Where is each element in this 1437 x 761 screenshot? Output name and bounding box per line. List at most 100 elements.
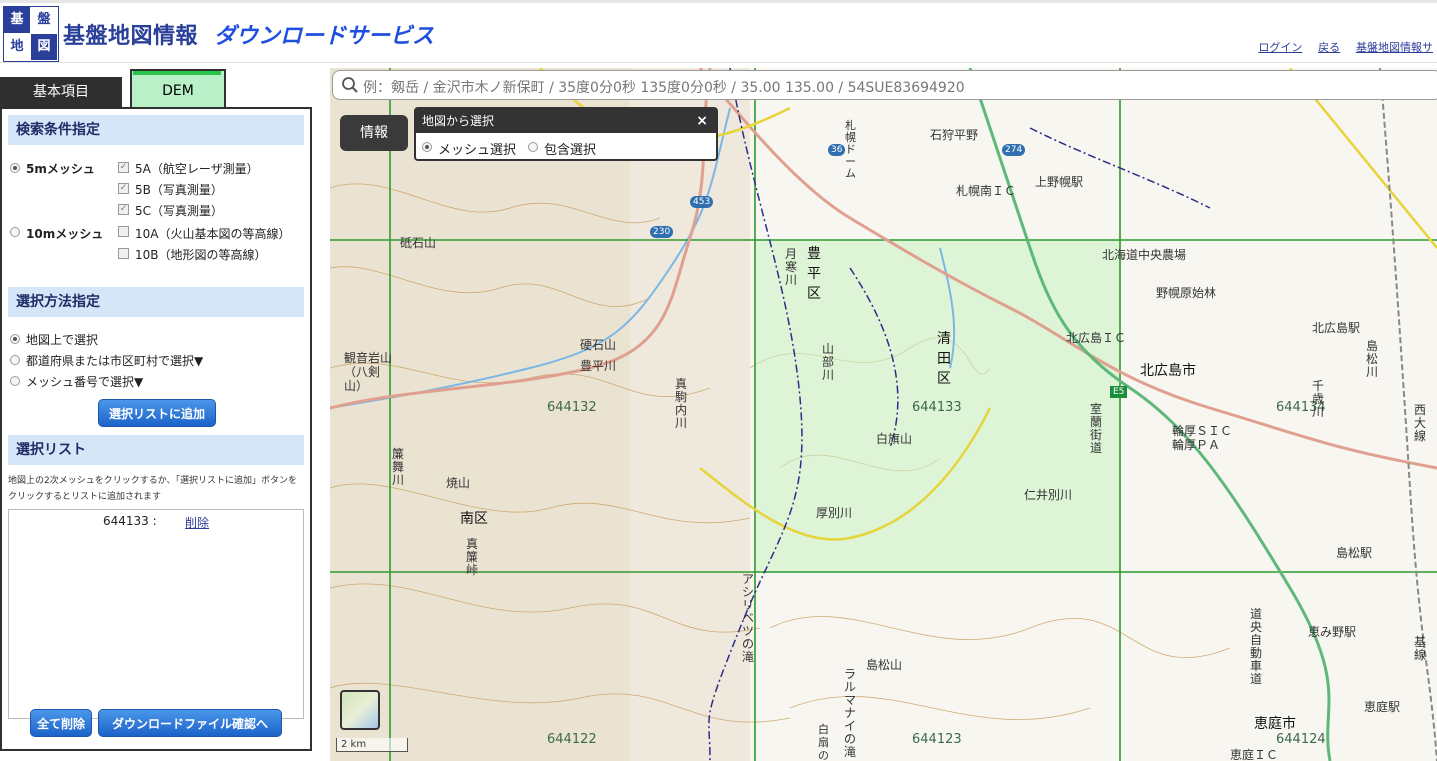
place-label: 真駒内川 [675,377,688,430]
mesh-label: 644124 [1276,732,1326,747]
place-label: 輪厚ＰＡ [1172,438,1221,452]
scale-bar: 2 km [336,738,408,752]
place-label: 野幌原始林 [1156,286,1217,300]
mesh5b-label: 5B（写真測量） [135,183,223,197]
minimap-toggle[interactable] [340,690,380,730]
place-label: 西大線 [1414,403,1427,443]
header-links: ログイン 戻る 基盤地図情報サ [1246,39,1433,55]
place-label: 焼山 [446,476,471,490]
map-canvas[interactable]: 644132 644133 644134 644122 644123 64412… [330,68,1437,761]
map-select-popup: 地図から選択 × メッシュ選択 包含選択 [414,107,718,161]
top-line [0,0,1437,3]
map-search-bar[interactable]: 例：剱岳 / 金沢市木ノ新保町 / 35度0分0秒 135度0分0秒 / 35.… [332,70,1437,100]
route-shield: 274 [1002,144,1026,156]
mesh10-radio[interactable] [10,227,20,237]
place-label: 真簾峠 [466,537,479,577]
page-header: 基 盤 地 図 基盤地図情報 ダウンロードサービス ログイン 戻る 基盤地図情報… [0,0,1437,63]
route-shield: E5 [1110,386,1128,398]
route-shield: 230 [650,226,674,238]
district-label: 豊平区 [807,246,821,302]
place-label: 島松駅 [1336,546,1373,560]
map-select-radio[interactable] [10,334,20,344]
selection-note: 地図上の2次メッシュをクリックするか、「選択リストに追加」ボタンをクリックすると… [8,476,298,502]
place-label: 月寒川 [785,247,798,287]
confirm-download-button[interactable]: ダウンロードファイル確認へ [98,709,282,737]
clear-all-button[interactable]: 全て削除 [30,709,92,737]
info-button[interactable]: 情報 [340,115,408,151]
site-title[interactable]: 基盤地図情報 [63,18,198,50]
place-label: 北海道中央農場 [1102,248,1187,262]
login-link[interactable]: ログイン [1258,41,1302,54]
popup-header: 地図から選択 × [416,109,716,133]
mesh5b-checkbox[interactable]: ✓ [118,183,129,194]
place-label: 観音岩山（八剣山） [344,351,393,393]
inclusive-select-label: 包含選択 [544,143,597,158]
place-label: 硬石山 [580,338,617,352]
pref-select-radio[interactable] [10,355,20,365]
logo-char: 基 [4,7,30,33]
district-label: 恵庭市 [1254,716,1296,732]
place-label: 簾舞川 [392,447,405,487]
place-label: 北広島ＩＣ [1066,331,1127,345]
mesh-label: 644132 [547,400,597,415]
pref-select-label[interactable]: 都道府県または市区町村で選択▼ [26,352,203,369]
place-label: 仁井別川 [1024,488,1073,502]
mesh5c-checkbox[interactable]: ✓ [118,204,129,215]
mesh-label: 644122 [547,732,597,747]
place-label: 千歳川 [1312,379,1325,419]
search-conditions-heading: 検索条件指定 [8,115,304,145]
close-icon[interactable]: × [696,109,708,133]
list-item-code: 644133 : [103,514,157,528]
place-label: 白旗山 [876,432,913,446]
list-item-delete-link[interactable]: 削除 [185,514,209,531]
site-subtitle[interactable]: ダウンロードサービス [214,18,434,50]
mesh5a-label: 5A（航空レーザ測量） [135,162,259,176]
place-label: 道央自動車道 [1250,607,1263,686]
place-label: アシリベツの滝 [742,572,755,664]
logo[interactable]: 基 盤 地 図 [3,6,59,62]
selection-method-heading: 選択方法指定 [8,287,304,317]
mesh-number-radio[interactable] [10,376,20,386]
place-label: ラルマナイの滝 [844,667,857,759]
selection-list-heading: 選択リスト [8,435,304,465]
mesh5-radio[interactable] [10,163,20,173]
mesh10a-checkbox[interactable] [118,226,129,237]
tab-active-indicator [133,71,221,75]
place-label: 島松山 [866,658,903,672]
kiban-info-link[interactable]: 基盤地図情報サ [1356,41,1433,54]
tab-basic[interactable]: 基本項目 [0,77,122,107]
district-label: 北広島市 [1140,363,1196,379]
place-label: 室蘭街道 [1090,402,1103,455]
map-select-label: 地図上で選択 [26,333,99,347]
mesh5a-checkbox[interactable]: ✓ [118,162,129,173]
mesh5c-label: 5C（写真測量） [135,204,224,218]
search-input[interactable]: 例：剱岳 / 金沢市木ノ新保町 / 35度0分0秒 135度0分0秒 / 35.… [363,77,965,97]
place-label: 白扇の滝 [818,723,829,761]
inclusive-select-radio[interactable] [528,142,538,152]
route-shield: 453 [690,196,714,208]
place-label: 札幌ドーム [845,119,856,180]
place-label: 島松川 [1366,339,1379,379]
place-label: 厚別川 [816,506,853,520]
mesh10b-label: 10B（地形図の等高線） [135,248,267,262]
place-label: 北広島駅 [1312,321,1361,335]
place-label: 砥石山 [400,236,437,250]
popup-title: 地図から選択 [422,114,495,128]
sidebar: 基本項目 DEM 検索条件指定 5mメッシュ ✓ 5A（航空レーザ測量） ✓ 5… [0,63,312,761]
mesh10b-checkbox[interactable] [118,248,129,259]
place-label: 山部川 [822,342,835,382]
selection-list-box: 644133 : 削除 [8,509,304,719]
place-label: 恵み野駅 [1308,625,1357,639]
district-label: 南区 [460,511,488,527]
mesh-select-radio[interactable] [422,142,432,152]
mesh-number-label[interactable]: メッシュ番号で選択▼ [26,373,143,390]
place-label: 石狩平野 [930,128,979,142]
dem-panel: 検索条件指定 5mメッシュ ✓ 5A（航空レーザ測量） ✓ 5B（写真測量） ✓… [0,107,312,751]
mesh10-label: 10mメッシュ [26,227,104,241]
place-label: 札幌南ＩＣ [956,184,1017,198]
add-to-list-button[interactable]: 選択リストに追加 [98,399,216,427]
mesh-label: 644133 [912,400,962,415]
district-label: 清田区 [937,331,951,387]
search-icon [342,77,358,93]
back-link[interactable]: 戻る [1318,41,1340,54]
